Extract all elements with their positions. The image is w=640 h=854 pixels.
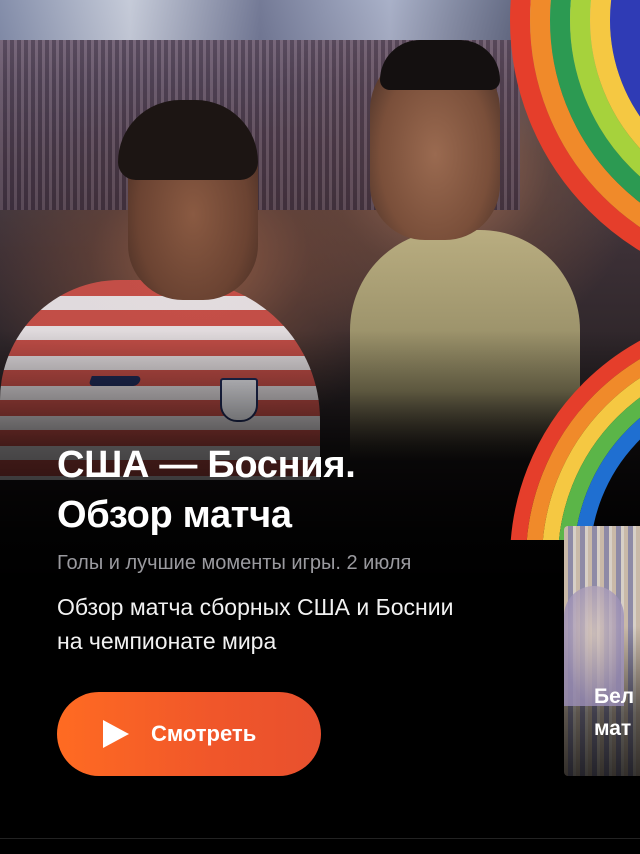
next-video-card[interactable]: Бел мат [564,526,640,776]
next-card-title-line-1: Бел [594,685,635,708]
video-description: Обзор матча сборных США и Боснии на чемп… [57,594,454,654]
rainbow-arc-top [505,0,640,300]
rainbow-arc-bottom [505,290,640,540]
title-line-1: США — Босния. [57,444,356,486]
video-subtitle: Голы и лучшие моменты игры. 2 июля [57,552,412,574]
title-line-2: Обзор матча [57,494,292,536]
page-title: США — Босния. Обзор матча [57,440,457,540]
bottom-divider [0,838,640,839]
next-card-title: Бел мат [594,681,640,745]
play-icon [103,720,129,748]
next-card-title-line-2: мат [594,717,632,740]
watch-button-label: Смотреть [151,721,257,746]
stadium-roof [0,0,520,40]
watch-button[interactable]: Смотреть [57,692,321,776]
player-right-hair [380,40,500,90]
